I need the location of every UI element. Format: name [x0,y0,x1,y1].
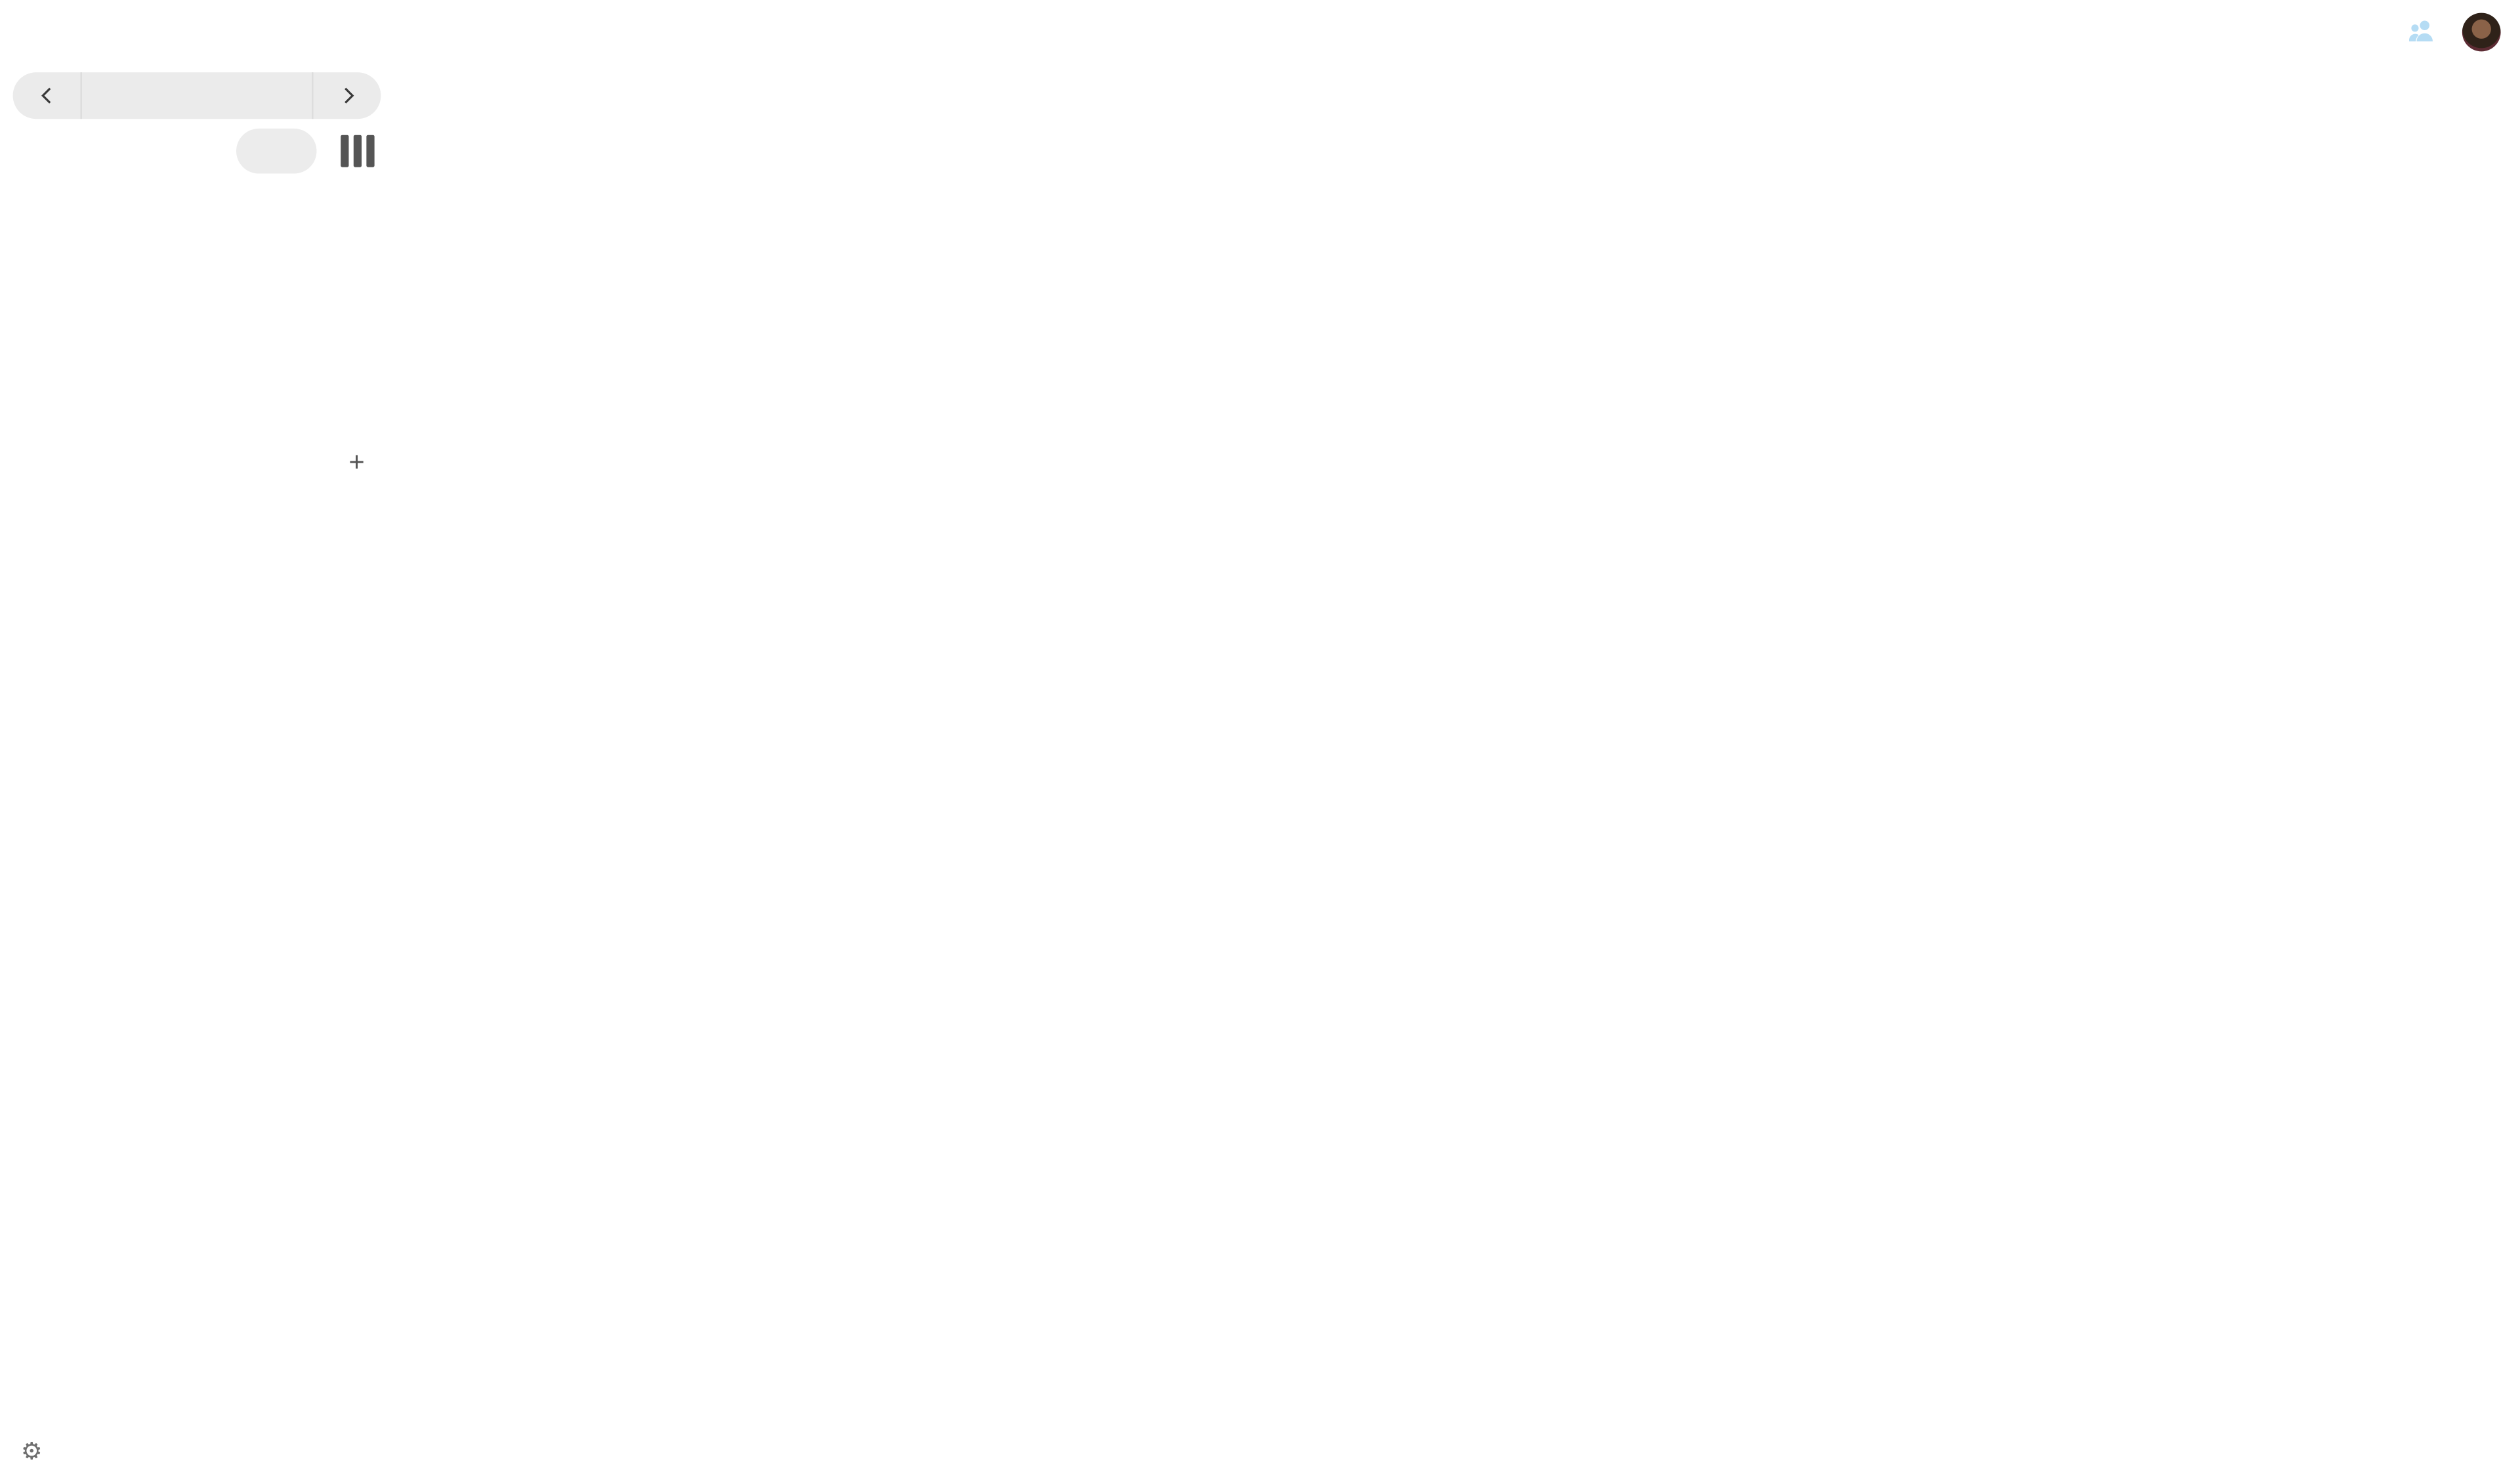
notifications-bell-icon[interactable] [2324,0,2388,63]
next-week-button[interactable] [314,72,381,119]
top-bar [0,0,2520,63]
user-avatar[interactable] [2462,12,2501,51]
settings-import-button[interactable]: ⚙ [0,1431,394,1472]
week-view-toggle-icon[interactable] [337,135,376,167]
previous-week-button[interactable] [13,72,81,119]
notification-dot [2361,14,2376,29]
new-event-button[interactable] [8,129,223,174]
nextcloud-logo[interactable] [19,13,93,50]
week-navigation [13,72,381,119]
topbar-right [2324,0,2507,63]
new-calendar-row[interactable]: + [0,436,394,489]
sidebar: + ⚙ [0,63,394,1418]
contacts-menu-icon[interactable] [2388,0,2452,63]
gear-icon: ⚙ [21,1437,43,1465]
today-button[interactable] [236,129,316,174]
plus-icon: + [348,446,364,478]
week-label [80,72,313,119]
nextcloud-calendar-app: + ⚙ [0,0,2520,1418]
